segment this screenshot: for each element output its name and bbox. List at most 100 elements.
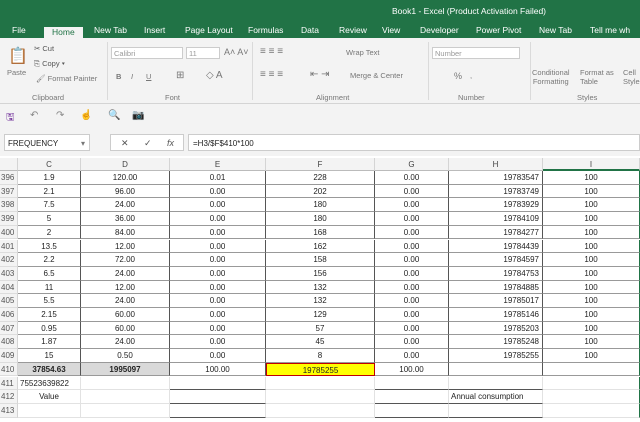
cell-D408[interactable]: 24.00 (81, 335, 170, 350)
underline-button[interactable]: U (146, 72, 151, 81)
cell-H401[interactable]: 19784439 (449, 239, 543, 254)
cell-C409[interactable]: 15 (18, 349, 81, 363)
cell-F412[interactable] (266, 390, 375, 404)
row-header[interactable]: 402 (0, 253, 18, 267)
cell-G404[interactable]: 0.00 (375, 280, 449, 295)
cell-I413[interactable] (543, 403, 640, 418)
cell-E410[interactable]: 100.00 (170, 362, 266, 377)
cell-C400[interactable]: 2 (18, 225, 81, 240)
cell-I410[interactable] (543, 362, 640, 377)
cell-D399[interactable]: 36.00 (81, 212, 170, 226)
cell-G396[interactable]: 0.00 (375, 171, 449, 185)
touch-mode-icon[interactable]: ☝ (80, 110, 92, 121)
tab-data[interactable]: Data (301, 25, 319, 35)
cell-D409[interactable]: 0.50 (81, 349, 170, 363)
row-header[interactable]: 410 (0, 362, 18, 377)
cell-G408[interactable]: 0.00 (375, 335, 449, 350)
cell-G411[interactable] (375, 376, 449, 391)
cell-F398[interactable]: 180 (266, 198, 375, 213)
cell-H400[interactable]: 19784277 (449, 225, 543, 240)
row-header[interactable]: 411 (0, 376, 18, 391)
cell-G413[interactable] (375, 403, 449, 418)
cell-G401[interactable]: 0.00 (375, 239, 449, 254)
cell-F408[interactable]: 45 (266, 335, 375, 350)
cell-C407[interactable]: 0.95 (18, 321, 81, 336)
cell-D396[interactable]: 120.00 (81, 171, 170, 185)
tab-home[interactable]: Home (44, 27, 83, 38)
cell-C406[interactable]: 2.15 (18, 308, 81, 322)
cell-D402[interactable]: 72.00 (81, 253, 170, 267)
tab-formulas[interactable]: Formulas (248, 25, 283, 35)
cell-E412[interactable] (170, 390, 266, 404)
cell-H413[interactable] (449, 403, 543, 418)
tab-new-tab[interactable]: New Tab (94, 25, 127, 35)
format-as-table-button[interactable]: Format as Table (580, 68, 614, 86)
copy-button[interactable]: ⎘ Copy ▾ (34, 59, 65, 69)
cell-D406[interactable]: 60.00 (81, 308, 170, 322)
grow-font-button[interactable]: A˄ A˅ (224, 47, 249, 57)
cell-C413[interactable] (18, 403, 81, 418)
column-header-I[interactable]: I (543, 158, 640, 171)
tab-developer[interactable]: Developer (420, 25, 459, 35)
cell-C403[interactable]: 6.5 (18, 266, 81, 281)
cell-D404[interactable]: 12.00 (81, 280, 170, 295)
cancel-icon[interactable]: ✕ (121, 138, 129, 149)
italic-button[interactable]: I (131, 72, 133, 81)
cell-F411[interactable] (266, 376, 375, 391)
cell-C404[interactable]: 11 (18, 280, 81, 295)
cell-D398[interactable]: 24.00 (81, 198, 170, 213)
row-header[interactable]: 405 (0, 294, 18, 308)
cell-H411[interactable] (449, 376, 543, 391)
cell-C411[interactable]: 75523639822 (18, 376, 81, 391)
row-header[interactable]: 398 (0, 198, 18, 213)
cell-I403[interactable]: 100 (543, 266, 640, 281)
indent-icon[interactable]: ⇤ ⇥ (310, 69, 330, 80)
cell-E411[interactable] (170, 376, 266, 391)
tab-view[interactable]: View (382, 25, 400, 35)
print-preview-icon[interactable]: 🔍 (108, 110, 120, 121)
cell-I408[interactable]: 100 (543, 335, 640, 350)
cell-G412[interactable] (375, 390, 449, 404)
cell-F402[interactable]: 158 (266, 253, 375, 267)
cell-F409[interactable]: 8 (266, 349, 375, 363)
tab-power-pivot[interactable]: Power Pivot (476, 25, 521, 35)
cell-E404[interactable]: 0.00 (170, 280, 266, 295)
cell-C402[interactable]: 2.2 (18, 253, 81, 267)
cell-E407[interactable]: 0.00 (170, 321, 266, 336)
align-left-icon[interactable]: ≡ ≡ ≡ (260, 69, 283, 80)
insert-function-icon[interactable]: fx (167, 138, 174, 148)
cell-F404[interactable]: 132 (266, 280, 375, 295)
cell-H409[interactable]: 19785255 (449, 349, 543, 363)
row-header[interactable]: 397 (0, 184, 18, 199)
cell-H405[interactable]: 19785017 (449, 294, 543, 308)
cell-I399[interactable]: 100 (543, 212, 640, 226)
cell-G407[interactable]: 0.00 (375, 321, 449, 336)
cell-D405[interactable]: 24.00 (81, 294, 170, 308)
cell-G406[interactable]: 0.00 (375, 308, 449, 322)
cell-I404[interactable]: 100 (543, 280, 640, 295)
cell-D413[interactable] (81, 403, 170, 418)
cell-E405[interactable]: 0.00 (170, 294, 266, 308)
row-header[interactable]: 400 (0, 225, 18, 240)
tab-file[interactable]: File (12, 25, 26, 35)
cell-C401[interactable]: 13.5 (18, 239, 81, 254)
cell-I402[interactable]: 100 (543, 253, 640, 267)
cell-I412[interactable] (543, 390, 640, 404)
cell-H407[interactable]: 19785203 (449, 321, 543, 336)
tab-insert[interactable]: Insert (144, 25, 165, 35)
cell-F407[interactable]: 57 (266, 321, 375, 336)
cell-E397[interactable]: 0.00 (170, 184, 266, 199)
tab-new-tab[interactable]: New Tab (539, 25, 572, 35)
cell-H398[interactable]: 19783929 (449, 198, 543, 213)
cell-H412[interactable]: Annual consumption (449, 390, 543, 404)
row-header[interactable]: 413 (0, 403, 18, 418)
cut-button[interactable]: ✂ Cut (34, 44, 54, 53)
cell-C412[interactable]: Value (18, 390, 81, 404)
wrap-text-button[interactable]: Wrap Text (346, 48, 380, 57)
cell-E408[interactable]: 0.00 (170, 335, 266, 350)
cell-E403[interactable]: 0.00 (170, 266, 266, 281)
cell-H410[interactable] (449, 362, 543, 377)
cell-E398[interactable]: 0.00 (170, 198, 266, 213)
cell-H397[interactable]: 19783749 (449, 184, 543, 199)
cell-C405[interactable]: 5.5 (18, 294, 81, 308)
